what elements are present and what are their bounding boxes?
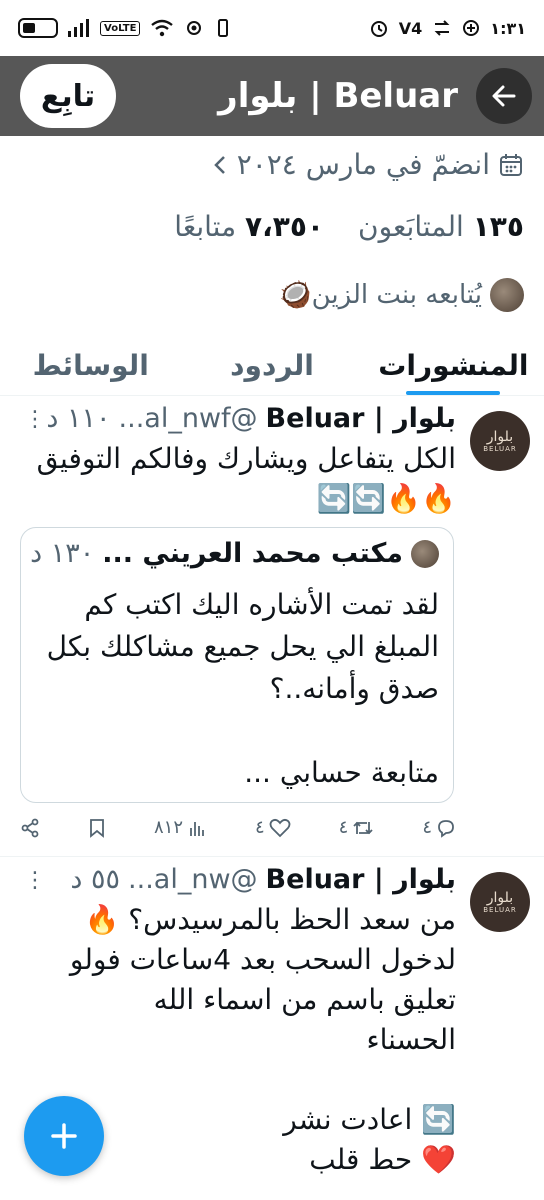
share-icon xyxy=(21,818,39,837)
views-count: ٨١٢ xyxy=(154,817,184,838)
signal-icon xyxy=(68,19,89,37)
carrier-label: V4 xyxy=(398,18,423,38)
quoted-author-name: مكتب محمد العريني ... xyxy=(102,538,403,569)
data-saver-icon xyxy=(463,20,480,36)
hotspot-icon xyxy=(187,21,202,35)
follow-stats: ١٣٥ المتابَعون ٧،٣٥٠ متابعًا xyxy=(174,210,524,243)
volte-badge: VoLTE xyxy=(100,20,141,36)
tweet-item[interactable]: بلوار BELUAR بلوار | Beluar @al_nwf... ١… xyxy=(0,397,544,857)
avatar xyxy=(490,278,524,312)
status-right: V4 ١:٣١ xyxy=(369,18,526,38)
arrow-left-icon xyxy=(492,85,516,107)
bar-chart-icon xyxy=(190,821,204,836)
followers-label: متابعًا xyxy=(174,210,237,243)
heart-icon xyxy=(269,818,291,837)
header-title: بلوار | Beluar xyxy=(218,76,458,116)
bookmark-button[interactable] xyxy=(88,817,106,838)
calendar-icon xyxy=(500,153,522,176)
status-bar: VoLTE V4 ١:٣١ xyxy=(0,0,544,56)
tab-posts[interactable]: المنشورات xyxy=(363,336,544,395)
more-options-icon[interactable]: ⋮ xyxy=(24,868,46,893)
quoted-body: لقد تمت الأشاره اليك اكتب كم المبلغ الي … xyxy=(46,588,439,705)
quoted-time: ١٣٠ د xyxy=(30,538,95,569)
sync-icon xyxy=(434,20,450,36)
like-button[interactable]: ٤ xyxy=(255,817,291,838)
reply-count: ٤ xyxy=(422,817,432,838)
avatar xyxy=(411,539,439,568)
tweet-line: الحسناء xyxy=(366,1023,456,1056)
followers-count: ٧،٣٥٠ xyxy=(245,210,324,243)
joined-row: انضمّ في مارس ٢٠٢٤ xyxy=(211,148,524,181)
avatar-text: بلوار xyxy=(486,890,514,906)
vibrate-icon xyxy=(218,19,229,37)
tweet-line: لدخول السحب بعد 4ساعات فولو xyxy=(69,943,456,976)
avatar[interactable]: بلوار BELUAR xyxy=(470,411,530,471)
compose-button[interactable] xyxy=(24,1096,104,1176)
tweet-header: بلوار | Beluar @al_nw... ٥٥ د xyxy=(70,864,456,895)
following-label: المتابَعون xyxy=(358,210,464,243)
tweet-actions: ٤ ٤ ٤ ٨١٢ xyxy=(20,817,456,838)
back-button[interactable] xyxy=(476,68,532,124)
tweet-time: ٥٥ د xyxy=(70,864,121,895)
plus-icon xyxy=(51,1123,77,1149)
follow-button[interactable]: تابِع xyxy=(20,64,116,128)
profile-header: تابِع بلوار | Beluar xyxy=(0,56,544,136)
tab-replies[interactable]: الردود xyxy=(181,336,362,395)
tweet-time: ١١٠ د xyxy=(46,403,111,434)
wifi-icon xyxy=(151,19,174,37)
reply-icon xyxy=(438,819,454,838)
following-stat[interactable]: ١٣٥ المتابَعون xyxy=(358,210,524,243)
followed-by-text: يُتابعه بنت الزين🥥 xyxy=(279,280,482,310)
tweet-author-name[interactable]: بلوار | Beluar xyxy=(266,403,456,434)
more-options-icon[interactable]: ⋮ xyxy=(24,407,46,432)
quoted-text: لقد تمت الأشاره اليك اكتب كم المبلغ الي … xyxy=(35,584,439,794)
quoted-tweet-header: مكتب محمد العريني ... ١٣٠ د xyxy=(30,538,439,569)
reply-button[interactable]: ٤ xyxy=(422,817,456,838)
avatar-text: بلوار xyxy=(486,429,514,445)
clock: ١:٣١ xyxy=(490,18,526,38)
tweet-line xyxy=(26,1060,456,1100)
repost-button[interactable]: ٤ xyxy=(339,817,375,838)
repost-icon xyxy=(353,821,373,834)
tweet-line: من سعد الحظ بالمرسيدس؟ 🔥 xyxy=(84,903,456,936)
alarm-icon xyxy=(370,21,387,37)
profile-tabs: المنشورات الردود الوسائط xyxy=(0,336,544,396)
battery-icon xyxy=(18,18,58,38)
avatar[interactable]: بلوار BELUAR xyxy=(470,872,530,932)
tweet-handle: @al_nw... xyxy=(128,864,258,895)
views-button[interactable]: ٨١٢ xyxy=(154,817,207,838)
tweet-line: تعليق باسم من اسماء الله xyxy=(153,983,456,1016)
avatar-subtext: BELUAR xyxy=(483,906,517,914)
tweet-header: بلوار | Beluar @al_nwf... ١١٠ د xyxy=(46,403,456,434)
tweet-handle: @al_nwf... xyxy=(118,403,258,434)
quoted-more: متابعة حسابي ... xyxy=(244,756,439,789)
status-left: VoLTE xyxy=(18,18,232,38)
share-button[interactable] xyxy=(20,817,40,838)
quoted-tweet[interactable]: مكتب محمد العريني ... ١٣٠ د لقد تمت الأش… xyxy=(20,527,454,803)
tweet-author-name[interactable]: بلوار | Beluar xyxy=(266,864,456,895)
bookmark-icon xyxy=(90,818,104,838)
followers-stat[interactable]: ٧،٣٥٠ متابعًا xyxy=(174,210,324,243)
avatar-subtext: BELUAR xyxy=(483,445,517,453)
following-count: ١٣٥ xyxy=(472,210,524,243)
repost-count: ٤ xyxy=(338,817,349,838)
joined-date: انضمّ في مارس ٢٠٢٤ xyxy=(236,148,490,181)
tweet-text: الكل يتفاعل ويشارك وفالكم التوفيق 🔥🔥🔄🔄 xyxy=(36,442,456,515)
chevron-left-icon[interactable] xyxy=(211,154,229,176)
like-count: ٤ xyxy=(255,817,265,838)
tab-media[interactable]: الوسائط xyxy=(0,336,181,395)
followed-by-row[interactable]: يُتابعه بنت الزين🥥 xyxy=(279,278,524,312)
